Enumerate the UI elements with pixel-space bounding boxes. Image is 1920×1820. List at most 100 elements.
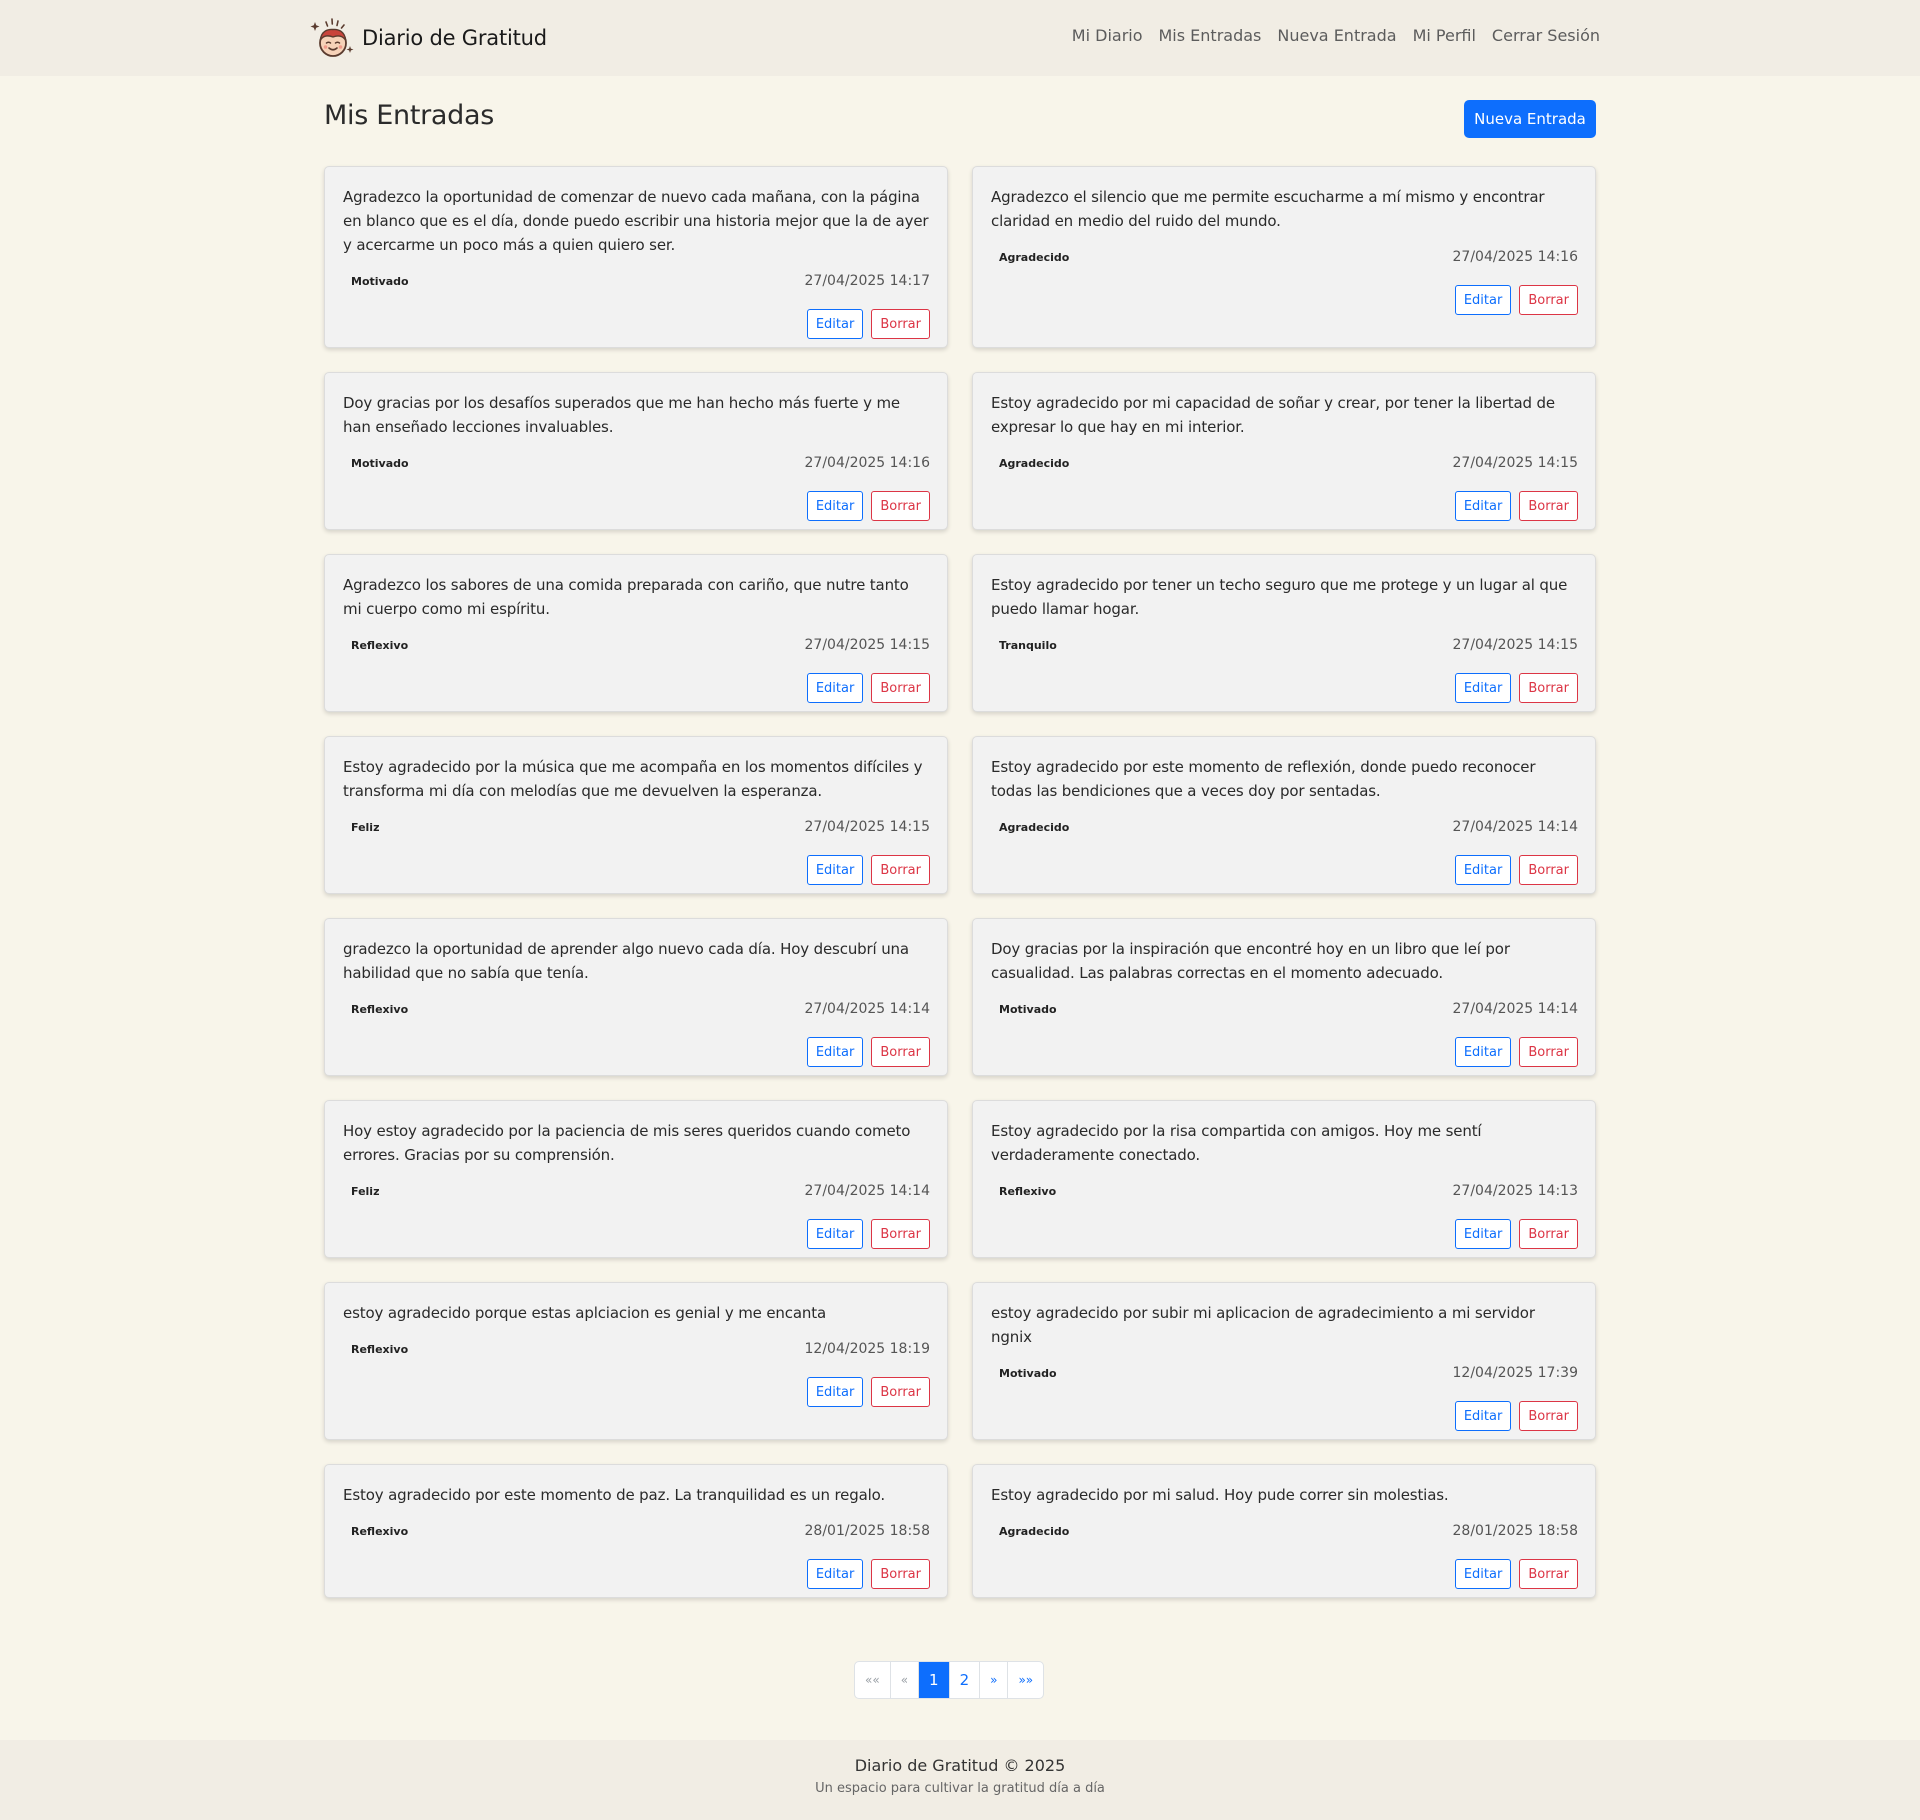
entry-meta: Motivado 27/04/2025 14:14 <box>991 999 1578 1019</box>
entry-mood: Agradecido <box>999 1524 1070 1538</box>
delete-button[interactable]: Borrar <box>871 1219 930 1249</box>
edit-button[interactable]: Editar <box>1454 673 1512 703</box>
delete-button[interactable]: Borrar <box>1519 1401 1578 1431</box>
entry-text: Estoy agradecido por mi salud. Hoy pude … <box>991 1486 1449 1504</box>
footer-title: Diario de Gratitud © 2025 <box>854 1756 1066 1775</box>
edit-button[interactable]: Editar <box>806 1377 864 1407</box>
entry-text: Agradezco la oportunidad de comenzar de … <box>343 188 929 254</box>
delete-button[interactable]: Borrar <box>1519 1219 1578 1249</box>
entry-card: estoy agradecido por subir mi aplicacion… <box>972 1282 1596 1440</box>
entry-text: Doy gracias por la inspiración que encon… <box>991 940 1510 982</box>
delete-button[interactable]: Borrar <box>871 1037 930 1067</box>
entry-actions: Editar Borrar <box>343 1037 930 1067</box>
footer-subtitle: Un espacio para cultivar la gratitud día… <box>815 1781 1105 1796</box>
entry-mood: Motivado <box>999 1366 1057 1380</box>
edit-button[interactable]: Editar <box>1454 1559 1512 1589</box>
entry-meta: Tranquilo 27/04/2025 14:15 <box>991 635 1578 655</box>
delete-button[interactable]: Borrar <box>871 309 930 339</box>
page-first[interactable]: «« <box>855 1662 890 1698</box>
delete-button[interactable]: Borrar <box>1519 673 1578 703</box>
entry-meta: Agradecido 27/04/2025 14:14 <box>991 817 1578 837</box>
delete-button[interactable]: Borrar <box>1519 491 1578 521</box>
brand-link[interactable]: Diario de Gratitud <box>308 16 547 60</box>
entry-date: 27/04/2025 14:16 <box>804 455 931 471</box>
entry-mood: Motivado <box>351 456 409 470</box>
entry-mood: Reflexivo <box>351 638 409 652</box>
page-next[interactable]: » <box>979 1662 1007 1698</box>
entry-meta: Feliz 27/04/2025 14:15 <box>343 817 930 837</box>
nav-link-mis-entradas[interactable]: Mis Entradas <box>1159 26 1262 45</box>
entry-text: Hoy estoy agradecido por la paciencia de… <box>343 1122 911 1164</box>
footer: Diario de Gratitud © 2025 Un espacio par… <box>0 1740 1920 1820</box>
entry-card: Hoy estoy agradecido por la paciencia de… <box>324 1100 948 1258</box>
nav-link-mi-perfil[interactable]: Mi Perfil <box>1413 26 1476 45</box>
entry-meta: Motivado 12/04/2025 17:39 <box>991 1363 1578 1383</box>
entry-text: Estoy agradecido por este momento de paz… <box>343 1486 886 1504</box>
entry-meta: Reflexivo 27/04/2025 14:13 <box>991 1181 1578 1201</box>
entry-text: Estoy agradecido por tener un techo segu… <box>991 576 1568 618</box>
entry-date: 27/04/2025 14:14 <box>1452 1001 1579 1017</box>
entry-meta: Feliz 27/04/2025 14:14 <box>343 1181 930 1201</box>
entry-date: 27/04/2025 14:15 <box>1452 455 1579 471</box>
page-title: Mis Entradas <box>324 100 495 131</box>
edit-button[interactable]: Editar <box>806 1037 864 1067</box>
edit-button[interactable]: Editar <box>806 673 864 703</box>
delete-button[interactable]: Borrar <box>871 1559 930 1589</box>
nav-link-mi-diario[interactable]: Mi Diario <box>1072 26 1143 45</box>
entry-date: 28/01/2025 18:58 <box>804 1523 931 1539</box>
page-prev[interactable]: « <box>889 1662 918 1698</box>
entry-meta: Reflexivo 12/04/2025 18:19 <box>343 1339 930 1359</box>
entry-meta: Reflexivo 27/04/2025 14:15 <box>343 635 930 655</box>
entry-card: Agradezco el silencio que me permite esc… <box>972 166 1596 348</box>
delete-button[interactable]: Borrar <box>1519 285 1578 315</box>
entry-date: 28/01/2025 18:58 <box>1452 1523 1579 1539</box>
edit-button[interactable]: Editar <box>806 855 864 885</box>
navbar: Diario de Gratitud Mi Diario Mis Entrada… <box>0 0 1920 76</box>
delete-button[interactable]: Borrar <box>1519 1559 1578 1589</box>
entry-mood: Reflexivo <box>351 1002 409 1016</box>
edit-button[interactable]: Editar <box>1454 285 1512 315</box>
page-header: Mis Entradas Nueva Entrada <box>324 76 1596 166</box>
entry-mood: Reflexivo <box>351 1524 409 1538</box>
edit-button[interactable]: Editar <box>1454 1401 1512 1431</box>
entry-date: 27/04/2025 14:16 <box>1452 249 1579 265</box>
entry-mood: Motivado <box>999 1002 1057 1016</box>
delete-button[interactable]: Borrar <box>1519 1037 1578 1067</box>
edit-button[interactable]: Editar <box>806 309 864 339</box>
entry-meta: Motivado 27/04/2025 14:16 <box>343 453 930 473</box>
entry-meta: Motivado 27/04/2025 14:17 <box>343 271 930 291</box>
entry-actions: Editar Borrar <box>991 1037 1578 1067</box>
entry-actions: Editar Borrar <box>991 673 1578 703</box>
edit-button[interactable]: Editar <box>1454 1219 1512 1249</box>
main-content: Mis Entradas Nueva Entrada Agradezco la … <box>324 76 1596 1622</box>
entry-text: estoy agradecido por subir mi aplicacion… <box>991 1304 1535 1346</box>
nav-link-cerrar-sesion[interactable]: Cerrar Sesión <box>1492 26 1600 45</box>
entry-mood: Feliz <box>351 1184 380 1198</box>
edit-button[interactable]: Editar <box>806 1559 864 1589</box>
entry-date: 27/04/2025 14:15 <box>1452 637 1579 653</box>
delete-button[interactable]: Borrar <box>871 1377 930 1407</box>
edit-button[interactable]: Editar <box>806 1219 864 1249</box>
nav-link-nueva-entrada[interactable]: Nueva Entrada <box>1277 26 1396 45</box>
entry-meta: Reflexivo 27/04/2025 14:14 <box>343 999 930 1019</box>
delete-button[interactable]: Borrar <box>871 491 930 521</box>
page-last[interactable]: »» <box>1007 1662 1043 1698</box>
new-entry-button[interactable]: Nueva Entrada <box>1464 100 1596 138</box>
entry-mood: Reflexivo <box>999 1184 1057 1198</box>
entry-text: gradezco la oportunidad de aprender algo… <box>343 940 909 982</box>
entry-card: Doy gracias por la inspiración que encon… <box>972 918 1596 1076</box>
entry-date: 12/04/2025 17:39 <box>1452 1365 1579 1381</box>
brand-name: Diario de Gratitud <box>362 26 547 50</box>
edit-button[interactable]: Editar <box>806 491 864 521</box>
entry-actions: Editar Borrar <box>343 309 930 339</box>
edit-button[interactable]: Editar <box>1454 491 1512 521</box>
nav-links: Mi Diario Mis Entradas Nueva Entrada Mi … <box>1072 26 1600 45</box>
delete-button[interactable]: Borrar <box>1519 855 1578 885</box>
edit-button[interactable]: Editar <box>1454 855 1512 885</box>
entry-text: Estoy agradecido por este momento de ref… <box>991 758 1536 800</box>
edit-button[interactable]: Editar <box>1454 1037 1512 1067</box>
delete-button[interactable]: Borrar <box>871 673 930 703</box>
page-1[interactable]: 1 <box>918 1662 949 1698</box>
delete-button[interactable]: Borrar <box>871 855 930 885</box>
page-2[interactable]: 2 <box>948 1662 980 1698</box>
